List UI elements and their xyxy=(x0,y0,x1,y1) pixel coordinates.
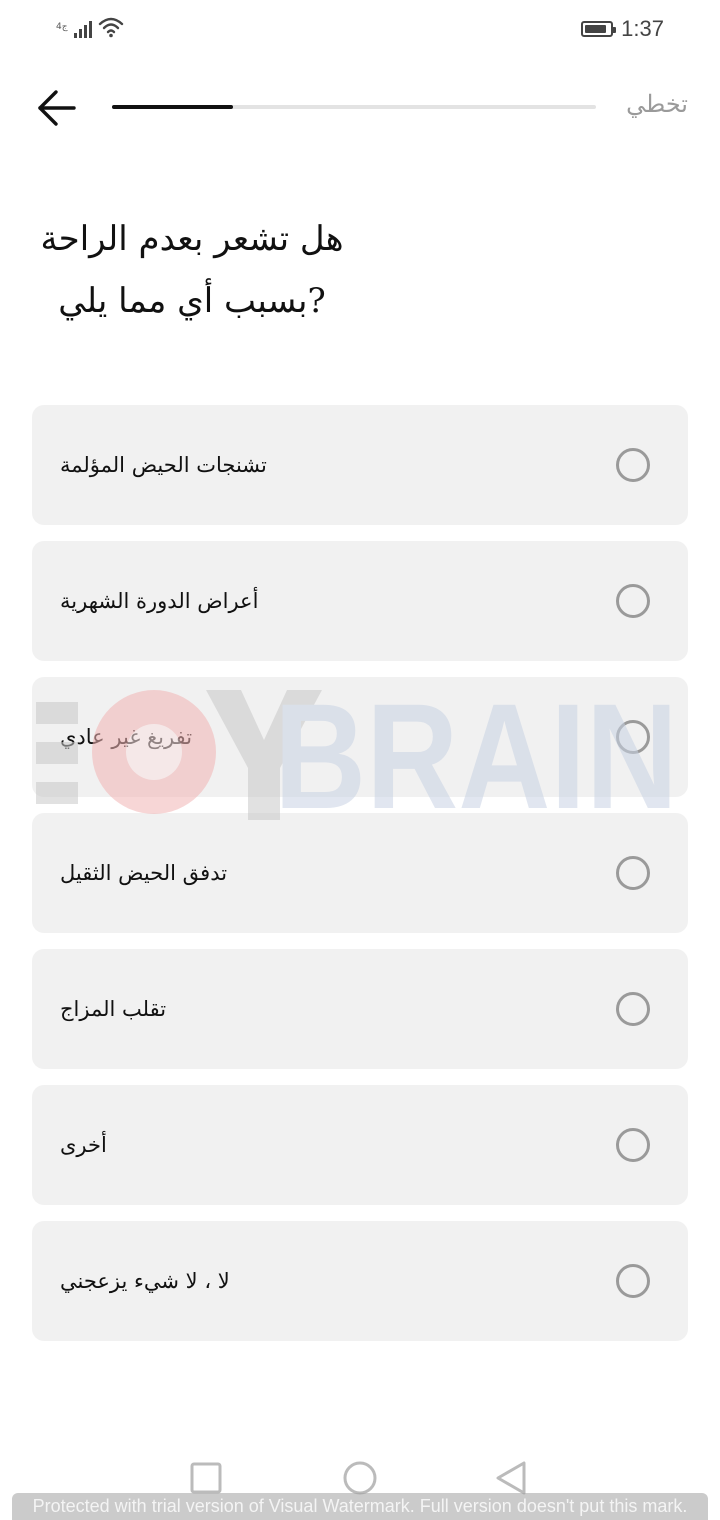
skip-link[interactable]: تخطي xyxy=(626,90,688,118)
status-right: 1:37 xyxy=(581,16,664,42)
progress-bar xyxy=(112,105,596,109)
option-label: تفريغ غير عادي xyxy=(60,725,193,749)
home-icon[interactable] xyxy=(342,1460,378,1496)
back-triangle-icon[interactable] xyxy=(494,1460,530,1496)
battery-icon xyxy=(581,21,617,37)
option-item[interactable]: تفريغ غير عادي xyxy=(32,677,688,797)
radio-button[interactable] xyxy=(616,1128,650,1162)
question-line-1: هل تشعر بعدم الراحة xyxy=(40,219,344,259)
status-bar: 4ج 1:37 xyxy=(0,0,720,60)
radio-button[interactable] xyxy=(616,856,650,890)
wifi-icon xyxy=(98,17,123,38)
progress-fill xyxy=(112,105,233,109)
radio-button[interactable] xyxy=(616,992,650,1026)
option-label: لا ، لا شيء يزعجني xyxy=(60,1269,230,1293)
watermark-banner: Protected with trial version of Visual W… xyxy=(12,1493,708,1520)
option-item[interactable]: أخرى xyxy=(32,1085,688,1205)
option-item[interactable]: أعراض الدورة الشهرية xyxy=(32,541,688,661)
radio-button[interactable] xyxy=(616,584,650,618)
radio-button[interactable] xyxy=(616,448,650,482)
radio-button[interactable] xyxy=(616,720,650,754)
option-label: تقلب المزاج xyxy=(60,997,167,1021)
arrow-left-icon xyxy=(38,90,76,126)
recent-apps-icon[interactable] xyxy=(188,1460,224,1496)
option-item[interactable]: تقلب المزاج xyxy=(32,949,688,1069)
option-label: تشنجات الحيض المؤلمة xyxy=(60,453,267,477)
option-item[interactable]: لا ، لا شيء يزعجني xyxy=(32,1221,688,1341)
option-label: أعراض الدورة الشهرية xyxy=(60,589,259,613)
radio-button[interactable] xyxy=(616,1264,650,1298)
status-time: 1:37 xyxy=(621,16,664,41)
option-item[interactable]: تشنجات الحيض المؤلمة xyxy=(32,405,688,525)
option-label: أخرى xyxy=(60,1133,107,1157)
sim-label: 4ج xyxy=(56,22,68,32)
back-button[interactable] xyxy=(32,84,80,132)
signal-icon xyxy=(73,18,92,38)
question-title: هل تشعر بعدم الراحة ?بسبب أي مما يلي xyxy=(12,208,372,332)
battery-level xyxy=(585,25,607,33)
option-item[interactable]: تدفق الحيض الثقيل xyxy=(32,813,688,933)
option-label: تدفق الحيض الثقيل xyxy=(60,861,228,885)
options-list: تشنجات الحيض المؤلمة أعراض الدورة الشهري… xyxy=(32,405,688,1357)
status-left: 4ج xyxy=(56,16,124,38)
question-line-2: ?بسبب أي مما يلي xyxy=(58,281,326,321)
